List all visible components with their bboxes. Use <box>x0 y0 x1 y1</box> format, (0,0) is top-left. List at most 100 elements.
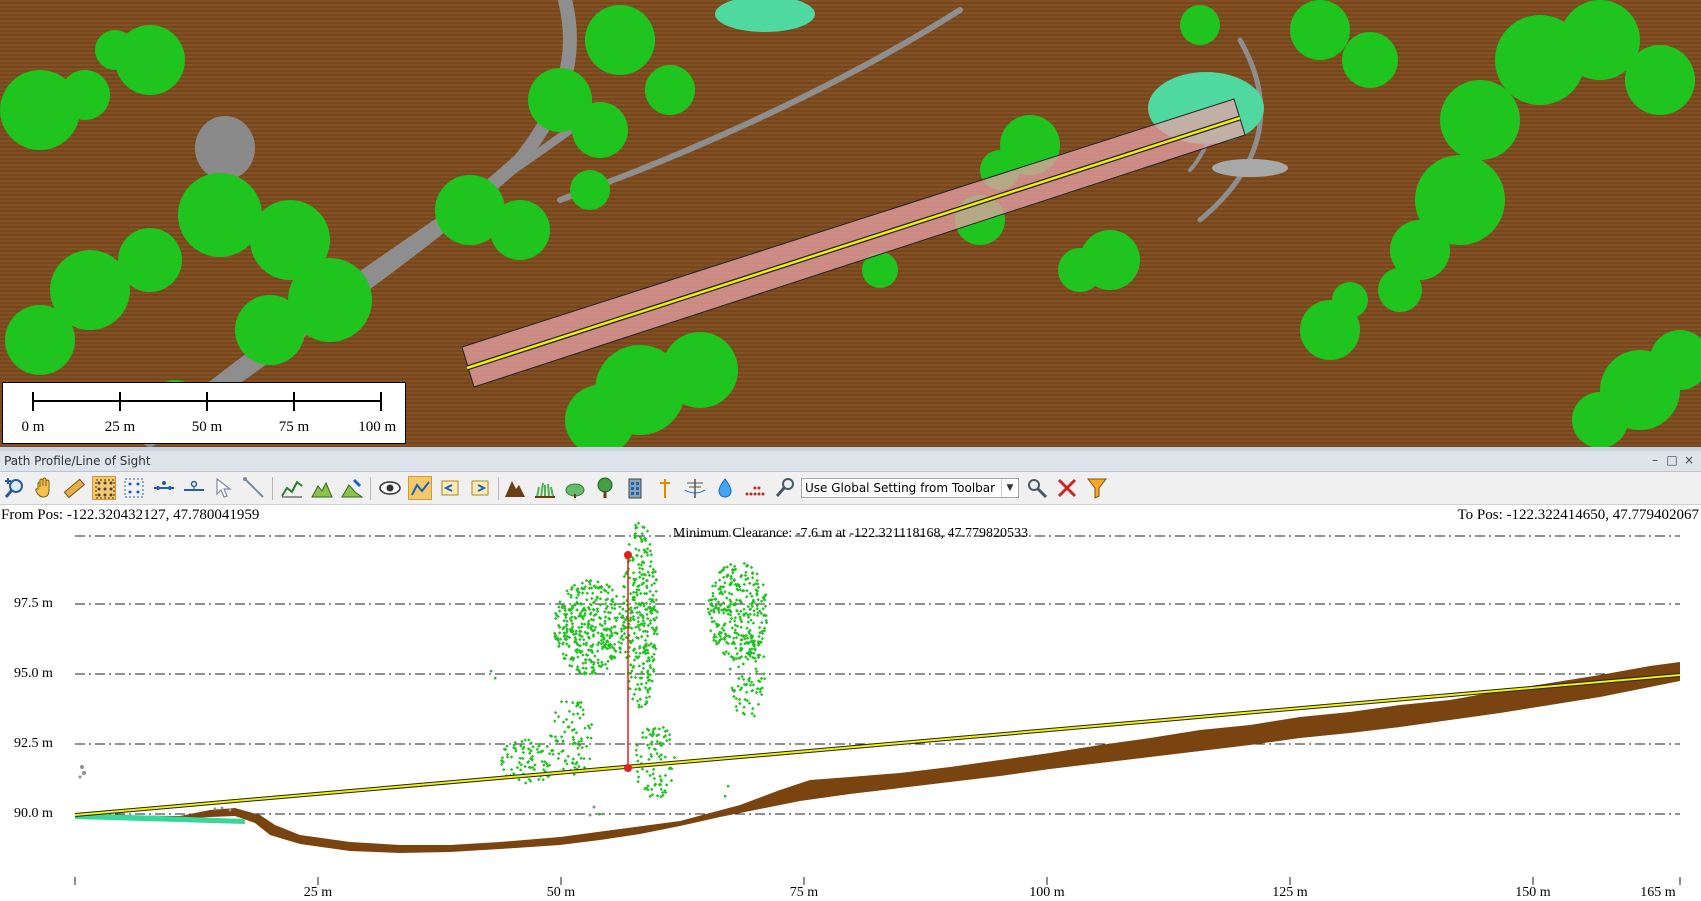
chevron-down-icon[interactable]: ▼ <box>1001 479 1018 497</box>
zoom-icon[interactable] <box>3 476 27 500</box>
vertex-distribute-icon[interactable] <box>182 476 206 500</box>
x-axis-ticks <box>74 877 1681 885</box>
vegetation-point <box>647 757 651 762</box>
grass-icon[interactable] <box>533 476 557 500</box>
water-icon[interactable] <box>713 476 737 500</box>
vegetation-point <box>746 657 750 661</box>
vegetation-point <box>596 631 600 635</box>
vegetation-point <box>603 662 608 666</box>
scale-label-0: 0 m <box>21 419 45 435</box>
pointer-icon[interactable] <box>212 476 236 500</box>
vegetation-point <box>641 666 646 670</box>
vegetation-point <box>557 605 561 609</box>
y-tick-label: 92.5 m <box>14 736 53 751</box>
pointer-line-icon[interactable] <box>242 476 266 500</box>
vegetation-point <box>635 588 639 592</box>
line-of-sight-eye-icon[interactable] <box>378 476 402 500</box>
y-tick-label: 90.0 m <box>14 806 53 821</box>
tower-icon[interactable] <box>653 476 677 500</box>
vegetation-point <box>585 591 589 595</box>
points-dots-icon[interactable] <box>743 476 767 500</box>
vegetation-point <box>645 553 650 557</box>
panel-title-bar: Path Profile/Line of Sight – □ × <box>0 451 1701 472</box>
vegetation-point <box>605 583 609 587</box>
vegetation-point <box>647 695 652 699</box>
arrow-left-icon[interactable] <box>438 476 462 500</box>
shrub-icon[interactable] <box>563 476 587 500</box>
vegetation-point <box>635 769 640 774</box>
tools-icon[interactable] <box>1025 476 1049 500</box>
map-view[interactable]: 0 m 25 m 50 m 75 m 100 m <box>0 0 1701 447</box>
vegetation-point <box>751 683 756 687</box>
mountain-icon[interactable] <box>503 476 527 500</box>
grid-lines <box>75 535 1680 815</box>
vegetation-point <box>565 619 569 623</box>
vegetation-point <box>742 582 746 587</box>
vegetation-point <box>732 694 736 699</box>
vegetation-point <box>585 598 589 602</box>
vegetation-point <box>734 635 739 640</box>
vegetation-point <box>553 616 558 621</box>
tree-icon[interactable] <box>593 476 617 500</box>
chart-line-icon[interactable] <box>408 476 432 500</box>
vegetation-point <box>536 750 540 755</box>
close-button[interactable]: × <box>1682 453 1696 467</box>
vegetation-point <box>631 697 635 701</box>
terrain-edit-icon[interactable] <box>340 476 364 500</box>
vegetation-point <box>732 636 736 640</box>
vertex-align-icon[interactable] <box>152 476 176 500</box>
vegetation-point <box>556 756 560 761</box>
vegetation-point <box>756 585 761 590</box>
pan-hand-icon[interactable] <box>32 476 56 500</box>
vegetation-point <box>667 733 672 737</box>
vegetation-point <box>564 653 568 657</box>
vegetation-point <box>596 661 600 665</box>
measure-ruler-icon[interactable] <box>62 476 86 500</box>
terrain-chart-icon[interactable] <box>310 476 334 500</box>
vegetation-point <box>754 667 758 671</box>
vegetation-point <box>583 622 587 626</box>
vegetation-point <box>641 576 645 581</box>
vegetation-point <box>595 607 599 611</box>
vegetation-point <box>746 604 750 609</box>
classification-setting-select[interactable]: Use Global Setting from Toolbar ▼ <box>801 478 1019 498</box>
vegetation-point <box>752 609 756 613</box>
vegetation-point <box>650 787 654 792</box>
vegetation-point <box>519 744 523 748</box>
vegetation-point <box>750 711 754 716</box>
x-tick-label: 50 m <box>546 885 576 900</box>
clear-icon[interactable] <box>1055 476 1079 500</box>
power-line-icon[interactable] <box>683 476 707 500</box>
vegetation-point <box>593 625 598 630</box>
vegetation-point <box>629 675 634 679</box>
vegetation-point <box>749 565 754 570</box>
vegetation-point <box>558 600 562 604</box>
vegetation-point <box>569 611 574 615</box>
profile-area-icon[interactable] <box>280 476 304 500</box>
x-tick-label: 75 m <box>789 885 819 900</box>
restore-button[interactable]: □ <box>1665 453 1679 467</box>
vegetation-point <box>565 762 569 766</box>
vegetation-point <box>581 712 585 717</box>
vegetation-point <box>750 647 754 651</box>
vegetation-point <box>647 746 651 750</box>
vegetation-point <box>527 738 531 742</box>
vegetation-point <box>646 616 650 621</box>
vegetation-point <box>754 659 758 663</box>
building-icon[interactable] <box>623 476 647 500</box>
vegetation-point <box>665 738 669 743</box>
filter-icon[interactable] <box>1085 476 1109 500</box>
arrow-right-icon[interactable] <box>468 476 492 500</box>
vegetation-point <box>739 642 743 646</box>
select-points-icon[interactable] <box>92 476 116 500</box>
settings-tool-icon[interactable] <box>773 476 797 500</box>
minimize-button[interactable]: – <box>1648 453 1662 467</box>
vegetation-point <box>644 696 649 700</box>
toolbar-separator <box>498 477 499 500</box>
vegetation-point <box>655 632 659 636</box>
profile-chart[interactable]: From Pos: -122.320432127, 47.780041959 T… <box>0 505 1701 901</box>
vegetation-point <box>729 574 733 579</box>
select-grid-icon[interactable] <box>122 476 146 500</box>
vegetation-point <box>628 663 633 667</box>
vegetation-point <box>524 781 528 785</box>
